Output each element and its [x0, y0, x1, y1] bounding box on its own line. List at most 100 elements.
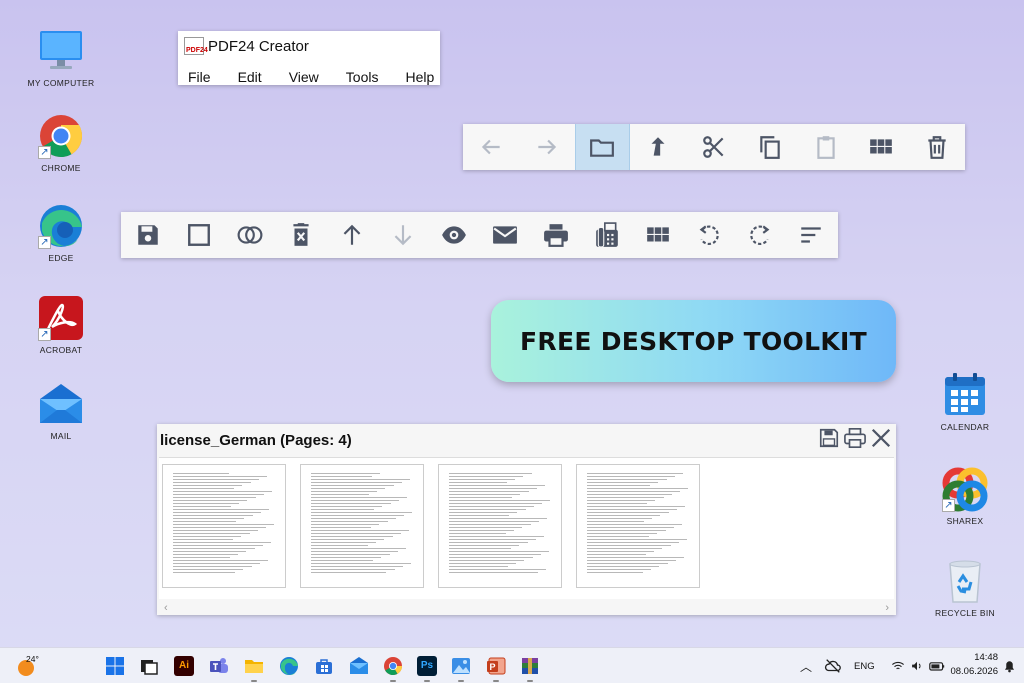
- grid-view-button[interactable]: [632, 212, 683, 258]
- menu-tools[interactable]: Tools: [346, 69, 379, 85]
- sort-icon: [800, 227, 821, 243]
- wifi-icon[interactable]: [891, 659, 905, 673]
- menu-edit[interactable]: Edit: [238, 69, 262, 85]
- delete-button[interactable]: [909, 124, 965, 170]
- print-button[interactable]: [530, 212, 581, 258]
- blank-page-button[interactable]: [173, 212, 224, 258]
- paste-button[interactable]: [798, 124, 854, 170]
- sharex-icon: ↗: [942, 466, 988, 512]
- taskbar-store[interactable]: [314, 656, 334, 676]
- page-thumbnail[interactable]: [162, 464, 286, 588]
- svg-text:P: P: [490, 662, 496, 672]
- move-down-button[interactable]: [377, 212, 428, 258]
- scroll-left-icon[interactable]: ‹: [164, 602, 168, 614]
- fax-icon: [595, 222, 618, 248]
- cloud-off-icon[interactable]: [824, 657, 842, 675]
- cut-button[interactable]: [686, 124, 742, 170]
- clock[interactable]: 14:48 08.06.2026: [950, 651, 998, 679]
- move-up-button[interactable]: [326, 212, 377, 258]
- rotate-left-icon: [699, 225, 719, 245]
- desktop-icon-acrobat[interactable]: ↗ ACROBAT: [21, 295, 101, 355]
- weather-temp: 24°: [26, 654, 39, 664]
- desktop-icon-calendar[interactable]: CALENDAR: [925, 372, 1005, 432]
- shortcut-arrow-icon: ↗: [942, 499, 955, 512]
- copy-button[interactable]: [742, 124, 798, 170]
- scroll-right-icon[interactable]: ›: [885, 602, 889, 614]
- rotate-left-button[interactable]: [683, 212, 734, 258]
- task-view-button[interactable]: [139, 656, 159, 676]
- back-button[interactable]: [463, 124, 519, 170]
- delete-doc-icon: [292, 223, 309, 246]
- mail-icon: [38, 381, 84, 427]
- desktop-icon-sharex[interactable]: ↗ SHAREX: [925, 466, 1005, 526]
- menu-help[interactable]: Help: [405, 69, 434, 85]
- desktop-icon-edge[interactable]: ↗ EDGE: [21, 203, 101, 263]
- close-icon[interactable]: [870, 427, 892, 449]
- print-icon[interactable]: [844, 427, 866, 449]
- forward-arrow-icon: [538, 139, 556, 155]
- menu-view[interactable]: View: [289, 69, 319, 85]
- sort-button[interactable]: [785, 212, 836, 258]
- promo-banner: FREE DESKTOP TOOLKIT: [491, 300, 896, 382]
- illustrator-icon: Ai: [179, 660, 189, 671]
- recycle-bin-icon: [942, 558, 988, 604]
- forward-button[interactable]: [519, 124, 575, 170]
- move-up-icon: [343, 224, 360, 245]
- save-icon: [137, 225, 158, 245]
- up-level-button[interactable]: [630, 124, 686, 170]
- paste-icon: [816, 136, 835, 159]
- taskbar-illustrator[interactable]: Ai: [174, 656, 194, 676]
- page-thumbnail[interactable]: [576, 464, 700, 588]
- powerpoint-icon: P: [487, 657, 506, 675]
- taskbar: 24° Ai Ps P ︿ ENG 14:48 08.06.2026: [0, 647, 1024, 683]
- taskbar-edge[interactable]: [279, 656, 299, 676]
- banner-text: FREE DESKTOP TOOLKIT: [520, 326, 867, 356]
- folder-icon: [590, 139, 615, 157]
- battery-icon[interactable]: [928, 658, 945, 674]
- icon-label: MAIL: [50, 431, 72, 441]
- shortcut-arrow-icon: ↗: [38, 236, 51, 249]
- eye-icon: [441, 226, 466, 244]
- taskbar-file-explorer[interactable]: [244, 656, 264, 682]
- taskbar-powerpoint[interactable]: P: [486, 656, 506, 682]
- taskbar-chrome[interactable]: [383, 656, 403, 682]
- email-button[interactable]: [479, 212, 530, 258]
- desktop-icon-recycle-bin[interactable]: RECYCLE BIN: [925, 558, 1005, 618]
- document-title: license_German (Pages: 4): [160, 432, 352, 449]
- desktop-icon-chrome[interactable]: ↗ CHROME: [21, 113, 101, 173]
- open-folder-button[interactable]: [574, 124, 631, 170]
- preview-button[interactable]: [428, 212, 479, 258]
- taskbar-photos[interactable]: [451, 656, 471, 682]
- menu-file[interactable]: File: [188, 69, 211, 85]
- chrome-icon: ↗: [38, 113, 84, 159]
- icon-label: CALENDAR: [940, 422, 990, 432]
- page-thumbnail[interactable]: [300, 464, 424, 588]
- running-indicator: [493, 680, 499, 682]
- desktop-icon-my-computer[interactable]: MY COMPUTER: [21, 28, 101, 88]
- page-thumbnail[interactable]: [438, 464, 562, 588]
- taskbar-winrar[interactable]: [520, 656, 540, 682]
- horizontal-scrollbar[interactable]: ‹ ›: [159, 600, 894, 615]
- app-window: PDF24 PDF24 Creator File Edit View Tools…: [178, 31, 440, 85]
- delete-doc-button[interactable]: [275, 212, 326, 258]
- fax-button[interactable]: [581, 212, 632, 258]
- bell-icon[interactable]: [1003, 660, 1016, 673]
- language-indicator[interactable]: ENG: [854, 661, 875, 672]
- merge-button[interactable]: [224, 212, 275, 258]
- preview-actions: [818, 427, 892, 449]
- taskbar-mail[interactable]: [349, 656, 369, 676]
- running-indicator: [251, 680, 257, 682]
- taskbar-teams[interactable]: [209, 656, 229, 676]
- icon-label: ACROBAT: [39, 345, 83, 355]
- grid-view-button[interactable]: [853, 124, 909, 170]
- running-indicator: [527, 680, 533, 682]
- volume-icon[interactable]: [910, 659, 924, 673]
- save-button[interactable]: [122, 212, 173, 258]
- save-icon[interactable]: [818, 427, 840, 449]
- rotate-right-button[interactable]: [734, 212, 785, 258]
- chevron-up-icon[interactable]: ︿: [800, 658, 812, 675]
- desktop-icon-mail[interactable]: MAIL: [21, 381, 101, 441]
- weather-widget[interactable]: 24°: [16, 654, 56, 678]
- taskbar-photoshop[interactable]: Ps: [417, 656, 437, 682]
- start-button[interactable]: [105, 656, 125, 676]
